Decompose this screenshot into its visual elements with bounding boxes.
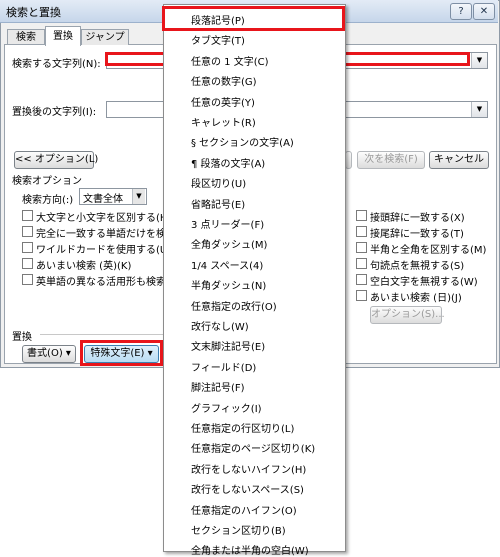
check-whole-word[interactable] [22, 226, 33, 237]
menu-item[interactable]: フィールド(D) [191, 359, 256, 374]
chevron-down-icon: ▼ [476, 105, 483, 113]
format-button[interactable]: 書式(O) ▾ [22, 345, 76, 363]
menu-item[interactable]: 任意の数字(G) [191, 73, 257, 88]
search-label: 検索する文字列(N): [12, 59, 101, 70]
check-space[interactable] [356, 274, 367, 285]
direction-value: 文書全体 [83, 194, 123, 205]
search-options-title: 検索オプション [12, 176, 82, 187]
menu-item[interactable]: セクション区切り(B) [191, 522, 286, 537]
check-word-forms[interactable] [22, 274, 33, 285]
menu-item[interactable]: 全角ダッシュ(M) [191, 236, 267, 251]
menu-item[interactable]: § セクションの文字(A) [191, 134, 294, 149]
close-button[interactable]: ✕ [473, 3, 495, 20]
check-space-label: 空白文字を無視する(W) [370, 277, 478, 288]
replace-all-button[interactable] [345, 151, 352, 169]
menu-item[interactable]: 1/4 スペース(4) [191, 257, 263, 272]
menu-item[interactable]: 任意指定の改行(O) [191, 298, 277, 313]
menu-item[interactable]: 改行をしないスペース(S) [191, 481, 304, 496]
check-prefix-label: 接頭辞に一致する(X) [370, 213, 465, 224]
special-highlight-box [80, 340, 163, 366]
menu-item[interactable]: 任意の英字(Y) [191, 94, 255, 109]
tab-replace[interactable]: 置換 [45, 26, 81, 46]
help-icon: ? [458, 6, 464, 17]
check-wildcard-label: ワイルドカードを使用する(U) [36, 245, 172, 256]
menu-item[interactable]: キャレット(R) [191, 114, 256, 129]
options-toggle-button[interactable]: << オプション(L) [14, 151, 98, 169]
check-punct-label: 句読点を無視する(S) [370, 261, 465, 272]
replace-label: 置換後の文字列(I): [12, 107, 97, 118]
help-button[interactable]: ? [450, 3, 472, 20]
menu-item[interactable]: 改行なし(W) [191, 318, 249, 333]
chevron-down-icon: ▼ [132, 189, 145, 204]
check-fuzzy-en[interactable] [22, 258, 33, 269]
format-button-label: 書式(O) [27, 348, 63, 359]
check-case[interactable] [22, 210, 33, 221]
menu-item[interactable]: 半角ダッシュ(N) [191, 277, 266, 292]
tab-find[interactable]: 検索 [7, 29, 45, 45]
menu-item[interactable]: 文末脚注記号(E) [191, 338, 265, 353]
menu-item[interactable]: 改行をしないハイフン(H) [191, 461, 306, 476]
direction-label: 検索方向(:) [22, 195, 74, 206]
check-whole-word-label: 完全に一致する単語だけを検索 [36, 229, 176, 240]
check-fuzzy-ja-label: あいまい検索 (日)(J) [370, 293, 462, 304]
replace-dropdown[interactable]: ▼ [471, 102, 487, 117]
check-wildcard[interactable] [22, 242, 33, 253]
menu-item[interactable]: 脚注記号(F) [191, 379, 245, 394]
chevron-down-icon: ▼ [476, 56, 483, 64]
check-fuzzy-ja[interactable] [356, 290, 367, 301]
check-punct[interactable] [356, 258, 367, 269]
tab-jump[interactable]: ジャンプ [81, 29, 129, 45]
menu-item[interactable]: 3 点リーダー(F) [191, 216, 264, 231]
check-prefix[interactable] [356, 210, 367, 221]
check-fuzzy-en-label: あいまい検索 (英)(K) [36, 261, 132, 272]
replace-group-divider [40, 334, 163, 335]
menu-item[interactable]: 任意の 1 文字(C) [191, 53, 269, 68]
check-suffix-label: 接尾辞に一致する(T) [370, 229, 464, 240]
direction-select[interactable]: 文書全体 ▼ [79, 188, 147, 205]
find-next-button[interactable]: 次を検索(F) [357, 151, 425, 169]
close-icon: ✕ [479, 6, 489, 17]
window-title: 検索と置換 [6, 6, 61, 19]
check-suffix[interactable] [356, 226, 367, 237]
cancel-button[interactable]: キャンセル [429, 151, 489, 169]
menu-item[interactable]: 段区切り(U) [191, 175, 246, 190]
menu-item[interactable]: グラフィック(I) [191, 400, 262, 415]
options-small-button[interactable]: オプション(S)... [370, 306, 445, 324]
search-dropdown[interactable]: ▼ [471, 53, 487, 68]
menu-item[interactable]: タブ文字(T) [191, 32, 245, 47]
chevron-down-icon: ▾ [65, 348, 71, 359]
check-word-forms-label: 英単語の異なる活用形も検索 [36, 277, 166, 288]
check-width[interactable] [356, 242, 367, 253]
menu-item[interactable]: 省略記号(E) [191, 196, 245, 211]
menu-item[interactable]: 任意指定の行区切り(L) [191, 420, 294, 435]
menu-highlight-box [162, 6, 345, 31]
check-case-label: 大文字と小文字を区別する(H [36, 213, 168, 224]
check-width-label: 半角と全角を区別する(M) [370, 245, 487, 256]
replace-group-title: 置換 [12, 332, 32, 343]
menu-item[interactable]: 全角または半角の空白(W) [191, 542, 309, 557]
menu-item[interactable]: 任意指定のハイフン(O) [191, 502, 297, 517]
menu-item[interactable]: 任意指定のページ区切り(K) [191, 440, 315, 455]
menu-item[interactable]: ¶ 段落の文字(A) [191, 155, 265, 170]
